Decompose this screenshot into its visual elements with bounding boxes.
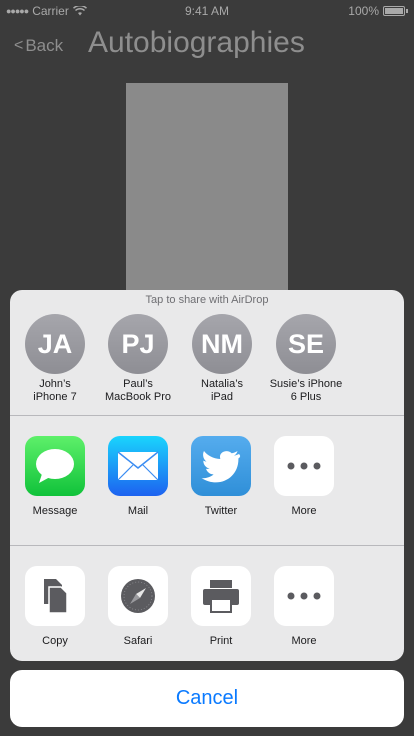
navigation-bar: < Back Autobiographies [0,22,414,70]
more-icon [274,436,334,496]
share-app-message[interactable]: Message [16,436,94,517]
twitter-icon [191,436,251,496]
battery-percent: 100% [348,4,379,18]
app-label: Twitter [204,505,238,517]
more-icon [274,566,334,626]
action-more[interactable]: More [265,566,343,647]
actions-row: Copy Safari Print More [10,566,404,661]
avatar: PJ [108,314,168,374]
action-copy[interactable]: Copy [16,566,94,647]
airdrop-hint: Tap to share with AirDrop [145,294,269,306]
status-bar: ●●●●● Carrier 9:41 AM 100% [0,0,414,22]
message-icon [25,436,85,496]
safari-icon [108,566,168,626]
battery-tip [406,9,408,13]
share-app-twitter[interactable]: Twitter [182,436,260,517]
avatar: JA [25,314,85,374]
share-app-mail[interactable]: Mail [99,436,177,517]
back-label: Back [25,36,64,55]
divider [10,415,404,416]
app-label: More [291,635,317,647]
back-button[interactable]: < Back [14,36,63,56]
divider [10,545,404,546]
airdrop-contact[interactable]: JA John’s iPhone 7 [13,314,97,404]
status-right: 100% [348,4,408,18]
avatar: NM [192,314,252,374]
airdrop-contact[interactable]: PJ Paul’s MacBook Pro [96,314,180,404]
book-cover-image [126,83,288,323]
avatar: SE [276,314,336,374]
airdrop-contacts: JA John’s iPhone 7 PJ Paul’s MacBook Pro… [10,314,404,412]
cancel-label: Cancel [175,687,239,709]
app-label: Print [209,635,233,647]
mail-icon [108,436,168,496]
chevron-left-icon: < [14,37,24,54]
cancel-button[interactable]: Cancel [10,670,404,727]
contact-name: Paul’s MacBook Pro [104,378,172,403]
print-icon [191,566,251,626]
contact-name: Susie’s iPhone 6 Plus [269,378,343,403]
app-label: Mail [127,505,149,517]
contact-name: Natalia’s iPad [201,378,243,403]
airdrop-contact[interactable]: NM Natalia’s iPad [180,314,264,404]
share-apps-row: Message Mail Twitter More [10,436,404,546]
share-sheet: Tap to share with AirDrop JA John’s iPho… [10,290,404,661]
app-label: Message [32,505,78,517]
page-title: Autobiographies [88,26,305,59]
action-safari[interactable]: Safari [99,566,177,647]
share-app-more[interactable]: More [265,436,343,517]
airdrop-contact[interactable]: SE Susie’s iPhone 6 Plus [264,314,348,404]
battery-icon [383,6,405,16]
action-print[interactable]: Print [182,566,260,647]
contact-name: John’s iPhone 7 [33,378,77,403]
app-label: Copy [42,635,68,647]
copy-icon [25,566,85,626]
app-label: Safari [123,635,153,647]
app-label: More [291,505,317,517]
